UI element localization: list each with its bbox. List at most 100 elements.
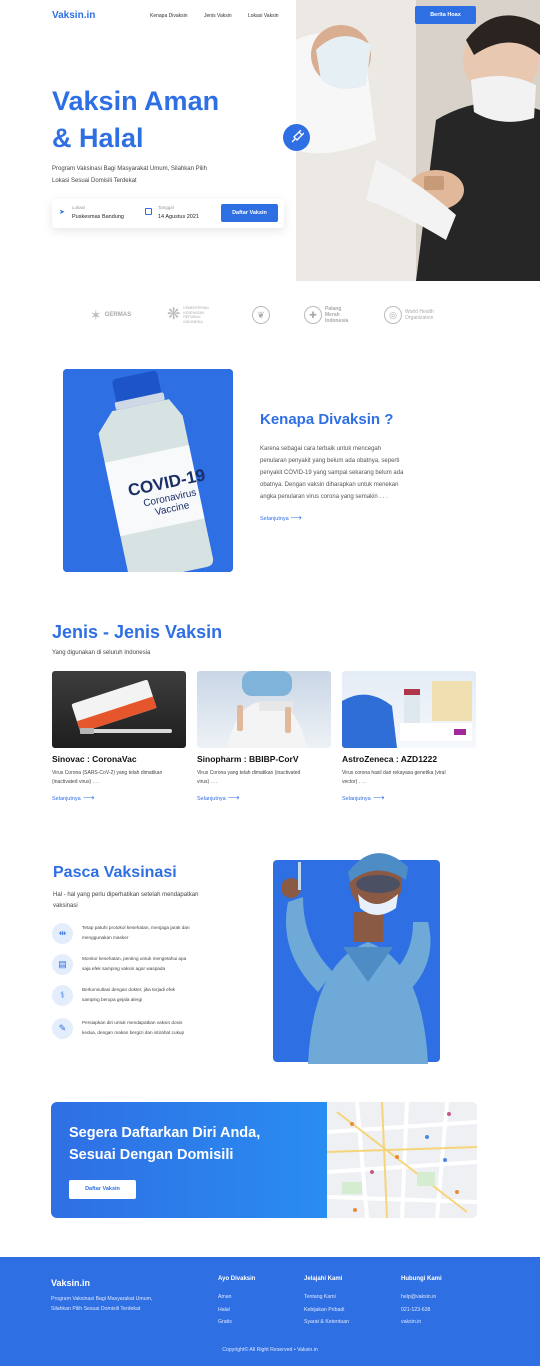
why-read-more-link[interactable]: Selanjutnya ⟶ bbox=[260, 513, 302, 522]
partner-pmi-label: Palang Merah Indonesia bbox=[325, 306, 348, 324]
syringe-icon bbox=[283, 124, 310, 151]
partner-emblem: ❦ bbox=[252, 302, 270, 328]
footer-description: Program Vaksinasi Bagi Masyarakat Umum, … bbox=[51, 1294, 152, 1314]
pasca-step-1: ⇹ Tetap patuhi protokol kesehatan, menja… bbox=[52, 923, 252, 947]
sinovac-read-more-link[interactable]: Selanjutnya ⟶ bbox=[52, 793, 94, 802]
footer-email-link[interactable]: help@vaksin.in bbox=[401, 1294, 436, 1300]
sinovac-photo bbox=[71, 679, 172, 734]
footer-link-kebijakan[interactable]: Kebijakan Pribadi bbox=[304, 1307, 344, 1313]
who-line2: Organization bbox=[405, 315, 434, 321]
footer-link-gratis[interactable]: Gratis bbox=[218, 1319, 232, 1325]
pasca-step-3: ⚕ Berkonsultasi dengan dokter, jika terj… bbox=[52, 985, 252, 1009]
astrazeneca-desc-line2: vector) . . . bbox=[342, 779, 366, 785]
pasca-step-4-text: Persiapkan diri untuk mendapatkan vaksin… bbox=[82, 1018, 242, 1038]
hero-title-line1: Vaksin Aman bbox=[52, 86, 220, 116]
location-label: Lokasi bbox=[72, 205, 86, 210]
vaccines-title: Jenis - Jenis Vaksin bbox=[52, 622, 223, 642]
sinovac-link-label: Selanjutnya bbox=[52, 796, 81, 802]
astrazeneca-title: AstroZeneca : AZD1222 bbox=[342, 754, 438, 764]
location-field[interactable]: Puskesmas Bandung bbox=[72, 214, 124, 220]
berita-hoax-button[interactable]: Berita Hoax bbox=[415, 6, 476, 24]
why-line3: penyakit COVID-19 yang sampai sekarang b… bbox=[260, 470, 404, 476]
who-globe-icon: ◎ bbox=[384, 306, 402, 324]
kemenkes-logo-icon: ❋ bbox=[167, 306, 181, 323]
site-logo[interactable]: Vaksin.in bbox=[52, 10, 95, 21]
pasca-step-4-line1: Persiapkan diri untuk mendapatkan vaksin… bbox=[82, 1020, 183, 1025]
pasca-subtitle: Hal - hal yang perlu diperhatikan setela… bbox=[53, 890, 253, 912]
vaccines-subtitle: Yang digunakan di seluruh Indonesia bbox=[52, 650, 151, 656]
sinopharm-desc-line2: virus) . . . bbox=[197, 779, 218, 785]
pasca-step-2-line1: Monitor kesehatan, penting untuk mengeta… bbox=[82, 956, 187, 961]
cta-title: Segera Daftarkan Diri Anda, Sesuai Denga… bbox=[69, 1122, 260, 1166]
footer-col2-title: Jelajahi Kami bbox=[304, 1276, 343, 1282]
partner-who: ◎ World Health Organization bbox=[384, 302, 434, 328]
footer-desc-line1: Program Vaksinasi Bagi Masyarakat Umum, bbox=[51, 1296, 153, 1302]
hero-subtitle-line1: Program Vaksinasi Bagi Masyarakat Umum, … bbox=[52, 166, 207, 172]
pasca-title: Pasca Vaksinasi bbox=[53, 864, 177, 881]
pasca-step-3-line1: Berkonsultasi dengan dokter, jika terjad… bbox=[82, 987, 176, 992]
pasca-step-2: ▤ Monitor kesehatan, penting untuk menge… bbox=[52, 954, 252, 978]
hero-title-line2: & Halal bbox=[52, 123, 144, 153]
footer-logo[interactable]: Vaksin.in bbox=[51, 1278, 90, 1288]
hero-subtitle: Program Vaksinasi Bagi Masyarakat Umum, … bbox=[52, 163, 262, 187]
location-map[interactable] bbox=[326, 1102, 477, 1218]
date-label: Tanggal bbox=[158, 205, 174, 210]
kemenkes-line1: KEMENTERIAN bbox=[183, 306, 209, 310]
why-line1: Karena sebagai cara terbaik untuk menceg… bbox=[260, 446, 382, 452]
cta-title-line2: Sesuai Dengan Domisili bbox=[69, 1147, 234, 1163]
pasca-step-1-line1: Tetap patuhi protokol kesehatan, menjaga… bbox=[82, 925, 190, 930]
why-read-more-label: Selanjutnya bbox=[260, 516, 289, 522]
sinopharm-link-label: Selanjutnya bbox=[197, 796, 226, 802]
nav-jenis-vaksin[interactable]: Jenis Vaksin bbox=[204, 13, 232, 19]
footer-col3-title: Hubungi Kami bbox=[401, 1276, 442, 1282]
arrow-right-icon: ⟶ bbox=[225, 793, 240, 802]
nav-kenapa-divaksin[interactable]: Kenapa Divaksin bbox=[150, 13, 188, 19]
arrow-right-icon: ⟶ bbox=[80, 793, 95, 802]
footer-link-syarat[interactable]: Syarat & Ketentuan bbox=[304, 1319, 349, 1325]
location-arrow-icon: ➤ bbox=[59, 209, 65, 216]
daftar-vaksin-button[interactable]: Daftar Vaksin bbox=[221, 204, 278, 222]
pasca-step-3-text: Berkonsultasi dengan dokter, jika terjad… bbox=[82, 985, 242, 1005]
pmi-line3: Indonesia bbox=[325, 318, 349, 324]
footer-website-link[interactable]: vaksin.in bbox=[401, 1319, 421, 1325]
astrazeneca-read-more-link[interactable]: Selanjutnya ⟶ bbox=[342, 793, 384, 802]
astrazeneca-desc: Virus corona hasil dari rekayasa genetik… bbox=[342, 769, 472, 787]
footer-phone-link[interactable]: 021-123-638 bbox=[401, 1307, 430, 1313]
sinovac-desc-line2: (inactivated virus) . . . bbox=[52, 779, 100, 785]
calendar-icon bbox=[145, 208, 152, 215]
cta-daftar-button[interactable]: Daftar Vaksin bbox=[69, 1180, 136, 1199]
germas-logo-icon: ✶ bbox=[90, 307, 102, 323]
why-line4: obatnya. Dengan vaksin diharapkan untuk … bbox=[260, 482, 399, 488]
partner-who-label: World Health Organization bbox=[405, 309, 434, 321]
sinovac-image bbox=[52, 671, 186, 748]
clipboard-icon: ▤ bbox=[52, 954, 73, 975]
sinopharm-read-more-link[interactable]: Selanjutnya ⟶ bbox=[197, 793, 239, 802]
why-title: Kenapa Divaksin ? bbox=[260, 411, 394, 428]
footer-link-halal[interactable]: Halal bbox=[218, 1307, 230, 1313]
social-distance-icon: ⇹ bbox=[52, 923, 73, 944]
footer-link-tentang[interactable]: Tentang Kami bbox=[304, 1294, 336, 1300]
astrazeneca-desc-line1: Virus corona hasil dari rekayasa genetik… bbox=[342, 770, 446, 776]
sinopharm-desc: Virus Corona yang telah dimatikan (inact… bbox=[197, 769, 327, 787]
footer-desc-line2: Silahkan Pilih Sesuai Domisili Terdekat bbox=[51, 1306, 141, 1312]
pasca-step-4-line2: kedua, dengan makan bergizi dan istiraha… bbox=[82, 1030, 185, 1035]
partner-kemenkes-label: KEMENTERIAN KESEHATAN REPUBLIK INDONESIA bbox=[183, 306, 208, 324]
sinovac-desc: Virus Corona (SARS-CoV-2) yang telah dim… bbox=[52, 769, 182, 787]
pasca-step-2-text: Monitor kesehatan, penting untuk mengeta… bbox=[82, 954, 242, 974]
cta-title-line1: Segera Daftarkan Diri Anda, bbox=[69, 1125, 261, 1141]
syringe-icon: ✎ bbox=[52, 1018, 73, 1039]
nav-lokasi-vaksin[interactable]: Lokasi Vaksin bbox=[248, 13, 278, 19]
footer-copyright: Copyright© All Right Reserved • Vaksin.i… bbox=[222, 1347, 318, 1353]
red-cross-icon: ✚ bbox=[304, 306, 322, 324]
sinovac-desc-line1: Virus Corona (SARS-CoV-2) yang telah dim… bbox=[52, 770, 163, 776]
doctor-photo bbox=[281, 853, 431, 1064]
partner-pmi: ✚ Palang Merah Indonesia bbox=[304, 302, 348, 328]
garuda-emblem-icon: ❦ bbox=[252, 306, 270, 324]
date-field[interactable]: 14 Agustus 2021 bbox=[158, 214, 199, 220]
pasca-step-2-line2: saja efek samping vaksin agar waspada bbox=[82, 966, 166, 971]
footer-link-aman[interactable]: Aman bbox=[218, 1294, 232, 1300]
cta-banner: Segera Daftarkan Diri Anda, Sesuai Denga… bbox=[51, 1102, 477, 1218]
pasca-step-1-line2: menggunakan masker bbox=[82, 935, 129, 940]
hero-title: Vaksin Aman & Halal bbox=[52, 83, 219, 157]
partner-germas: ✶ GERMAS bbox=[90, 302, 131, 328]
